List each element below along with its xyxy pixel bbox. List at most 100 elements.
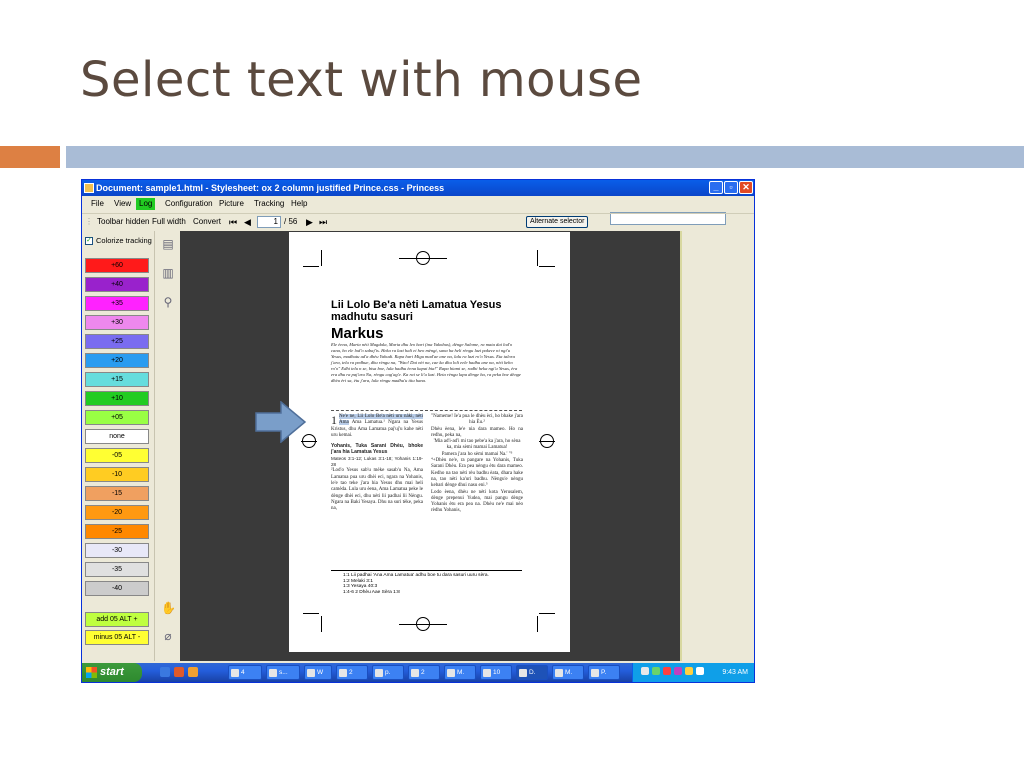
tray-icon[interactable] xyxy=(652,667,660,675)
book-icon[interactable]: ▥ xyxy=(161,266,175,280)
tray-icon[interactable] xyxy=(696,667,704,675)
toolbar: ⋮ Toolbar hidden Full width Convert ⏮ ◀ … xyxy=(82,213,754,229)
taskbar-button[interactable]: M. xyxy=(444,665,476,680)
add-tracking-button[interactable]: add 05 ALT + xyxy=(85,612,149,627)
tracking-swatch[interactable]: +20 xyxy=(85,353,149,368)
taskbar-button[interactable]: M. xyxy=(552,665,584,680)
taskbar-button[interactable]: D. xyxy=(516,665,548,680)
last-page-icon[interactable]: ⏭ xyxy=(319,214,327,230)
tracking-swatch[interactable]: -25 xyxy=(85,524,149,539)
tracking-swatch[interactable]: +10 xyxy=(85,391,149,406)
taskbar-button[interactable]: P. xyxy=(588,665,620,680)
section-refs: Mateos 3:1-12; Lukas 3:1-18; Yohanis 1:1… xyxy=(331,455,423,468)
tracking-swatch[interactable]: +15 xyxy=(85,372,149,387)
menu-view[interactable]: View xyxy=(114,196,131,212)
toolbar-hidden-button[interactable]: Toolbar hidden xyxy=(97,214,149,230)
intro-text: Ele èena, Maria nèti Magdala, Maria dhu … xyxy=(331,342,521,383)
section-heading: Yohanis, Tuka Sarani Dhèu, bhoke j'ara h… xyxy=(331,443,423,456)
menu-log[interactable]: Log xyxy=(136,198,156,210)
tray-icon[interactable] xyxy=(685,667,693,675)
footnotes: 1:1 Lii padhai 'Ana Ama Lamatua' adhu bo… xyxy=(331,570,522,595)
menu-file[interactable]: File xyxy=(91,196,104,212)
taskbar-button[interactable]: 10 xyxy=(480,665,512,680)
right-column[interactable]: "Nameme! Ie'a pua le dhèu èci, ho bhake … xyxy=(431,414,523,515)
slide-title: Select text with mouse xyxy=(80,52,643,108)
chapter-number: 1 xyxy=(331,413,337,427)
tracking-swatch[interactable]: -10 xyxy=(85,467,149,482)
left-col-para: ²Lod'o Yesus sab'u mèke sasab'u Na, Ama … xyxy=(331,468,423,512)
tool-icon-strip: ▤ ▥ ⚲ ✋ ⌀ xyxy=(154,231,180,661)
full-width-button[interactable]: Full width xyxy=(152,214,186,230)
window-titlebar[interactable]: Document: sample1.html - Stylesheet: ox … xyxy=(82,180,754,196)
taskbar-button-label: W xyxy=(317,669,324,676)
taskbar-button[interactable]: s... xyxy=(266,665,300,680)
tracking-swatch[interactable]: +35 xyxy=(85,296,149,311)
document-page[interactable]: Lii Lolo Be'a nèti Lamatua Yesus madhutu… xyxy=(255,232,570,652)
taskbar-button[interactable]: W xyxy=(304,665,332,680)
menu-help[interactable]: Help xyxy=(291,196,307,212)
tracking-swatch[interactable]: +30 xyxy=(85,315,149,330)
first-page-icon[interactable]: ⏮ xyxy=(229,214,237,230)
app-quick-icon[interactable] xyxy=(188,667,198,677)
taskbar-button-label: M. xyxy=(457,669,465,676)
colorize-tracking-label: Colorize tracking xyxy=(96,236,152,245)
tray-icon[interactable] xyxy=(641,667,649,675)
tracking-swatch[interactable]: none xyxy=(85,429,149,444)
taskbar-button-label: p. xyxy=(385,669,391,676)
colorize-tracking[interactable]: ✓ Colorize tracking xyxy=(85,236,152,246)
registration-mark-icon xyxy=(416,617,430,631)
tracking-swatch[interactable]: -15 xyxy=(85,486,149,501)
taskbar-button[interactable]: 2 xyxy=(336,665,368,680)
alternate-selector-button[interactable]: Alternate selector xyxy=(526,216,589,228)
taskbar-button-label: P. xyxy=(601,669,607,676)
tray-icon[interactable] xyxy=(663,667,671,675)
prev-page-icon[interactable]: ◀ xyxy=(244,214,251,230)
window-title: Document: sample1.html - Stylesheet: ox … xyxy=(96,183,445,193)
windows-logo-icon xyxy=(86,667,97,678)
tracking-swatch[interactable]: -40 xyxy=(85,581,149,596)
menu-configuration[interactable]: Configuration xyxy=(165,196,213,212)
tracking-swatch[interactable]: -30 xyxy=(85,543,149,558)
close-button[interactable]: ✕ xyxy=(739,181,753,194)
tracking-swatch[interactable]: +05 xyxy=(85,410,149,425)
binoculars-icon[interactable]: ⚲ xyxy=(161,295,175,309)
taskbar-app-icon xyxy=(519,669,527,677)
taskbar-app-icon xyxy=(269,669,277,677)
tracking-swatch[interactable]: -05 xyxy=(85,448,149,463)
tracking-swatch[interactable]: -20 xyxy=(85,505,149,520)
taskbar-button-label: s... xyxy=(279,669,288,676)
tray-icon[interactable] xyxy=(674,667,682,675)
paperclip-icon[interactable]: ⌀ xyxy=(161,629,175,643)
documents-icon[interactable]: ▤ xyxy=(161,237,175,251)
maximize-button[interactable]: ▫ xyxy=(724,181,738,194)
taskbar-app-icon xyxy=(591,669,599,677)
menu-tracking[interactable]: Tracking xyxy=(254,196,284,212)
convert-button[interactable]: Convert xyxy=(193,214,221,230)
start-button[interactable]: start xyxy=(82,663,142,682)
left-column[interactable]: 1 Ne'e ne, Lii Lolo Be'a nèti uru nàki, … xyxy=(331,414,423,512)
minus-tracking-button[interactable]: minus 05 ALT - xyxy=(85,630,149,645)
tracking-swatch[interactable]: -35 xyxy=(85,562,149,577)
registration-mark-icon xyxy=(540,434,554,448)
taskbar-button[interactable]: p. xyxy=(372,665,404,680)
ie-icon[interactable] xyxy=(160,667,170,677)
hand-icon[interactable]: ✋ xyxy=(161,601,176,615)
taskbar-button[interactable]: 4 xyxy=(228,665,262,680)
next-page-icon[interactable]: ▶ xyxy=(306,214,313,230)
taskbar-button-label: D. xyxy=(529,669,536,676)
page-number-input[interactable]: 1 xyxy=(257,216,281,228)
taskbar-button-label: 10 xyxy=(493,669,501,676)
minimize-button[interactable]: _ xyxy=(709,181,723,194)
tracking-swatch[interactable]: +60 xyxy=(85,258,149,273)
document-title: Lii Lolo Be'a nèti Lamatua Yesus madhutu… xyxy=(331,299,502,323)
clock: 9:43 AM xyxy=(722,669,748,676)
document-view[interactable]: Lii Lolo Be'a nèti Lamatua Yesus madhutu… xyxy=(180,231,680,661)
colorize-tracking-checkbox[interactable]: ✓ xyxy=(85,237,93,246)
tracking-swatch[interactable]: +40 xyxy=(85,277,149,292)
tracking-swatch[interactable]: +25 xyxy=(85,334,149,349)
menu-picture[interactable]: Picture xyxy=(219,196,244,212)
taskbar-app-icon xyxy=(447,669,455,677)
firefox-icon[interactable] xyxy=(174,667,184,677)
taskbar-button[interactable]: 2 xyxy=(408,665,440,680)
taskbar-app-icon xyxy=(231,669,239,677)
